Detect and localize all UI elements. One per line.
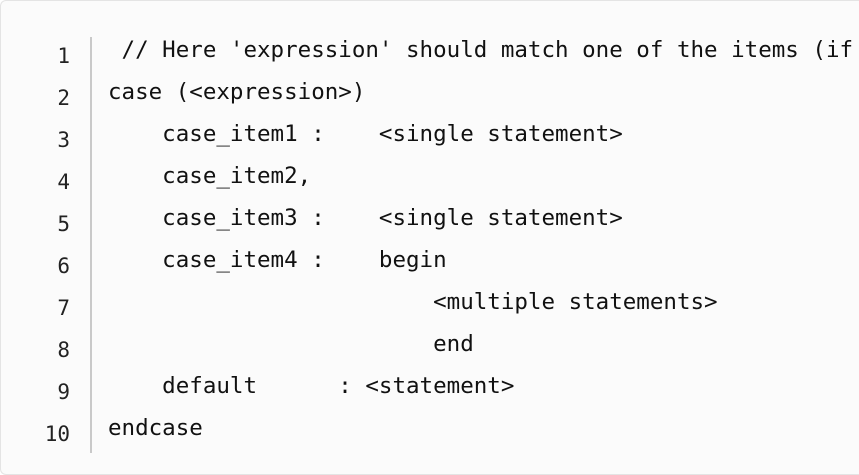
line-number: 6 bbox=[57, 254, 70, 278]
code-block: 1 2 3 4 5 6 7 8 9 10 // Here 'expression… bbox=[0, 0, 859, 475]
gutter-divider bbox=[90, 37, 92, 453]
line-number-gutter: 1 2 3 4 5 6 7 8 9 10 bbox=[1, 35, 91, 455]
code-line: case_item1 : <single statement> bbox=[108, 121, 623, 147]
code-line: <multiple statements> bbox=[108, 289, 718, 315]
line-number: 10 bbox=[44, 422, 70, 446]
code-line: case (<expression>) bbox=[108, 79, 366, 105]
code-line: endcase bbox=[108, 415, 203, 441]
line-number: 5 bbox=[57, 212, 70, 236]
line-number: 1 bbox=[57, 44, 70, 68]
line-number: 9 bbox=[57, 380, 70, 404]
line-number: 7 bbox=[57, 296, 70, 320]
code-line: case_item3 : <single statement> bbox=[108, 205, 623, 231]
line-number: 4 bbox=[57, 170, 70, 194]
code-line: case_item2, bbox=[108, 163, 312, 189]
code-line: case_item4 : begin bbox=[108, 247, 447, 273]
line-number: 3 bbox=[57, 128, 70, 152]
code-content[interactable]: // Here 'expression' should match one of… bbox=[108, 29, 859, 449]
line-number: 8 bbox=[57, 338, 70, 362]
code-line-comment: // Here 'expression' should match one of… bbox=[108, 37, 854, 63]
line-number: 2 bbox=[57, 86, 70, 110]
code-line: end bbox=[108, 331, 474, 357]
code-line: default : <statement> bbox=[108, 373, 515, 399]
